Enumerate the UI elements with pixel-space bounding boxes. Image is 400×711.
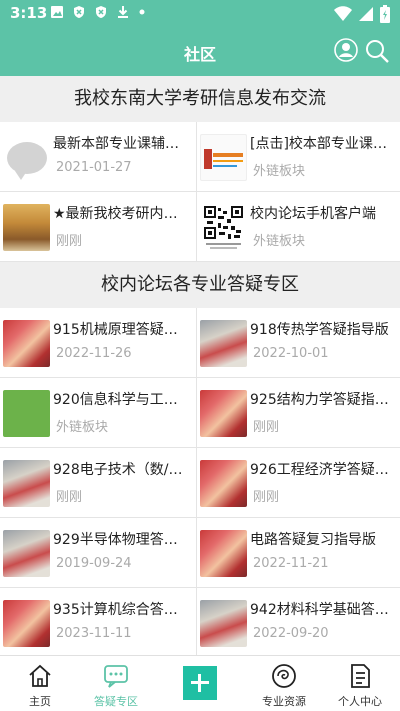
chat-bubble-thumb xyxy=(3,134,50,181)
forum-item-title: 918传热学答疑指导版 xyxy=(250,322,389,338)
chat-icon xyxy=(104,665,128,688)
crowd-photo-thumb xyxy=(200,530,247,577)
crowd-photo-thumb xyxy=(200,390,247,437)
section-header-qa: 校内论坛各专业答疑专区 xyxy=(0,262,400,308)
forum-grid-info: 最新本部专业课辅导班 2021-01-27 [点击]校本部专业课资料 外链板块 … xyxy=(0,122,400,262)
forum-item-date: 2019-09-24 xyxy=(56,556,132,571)
forum-item-title: 929半导体物理答疑指导 xyxy=(53,532,190,548)
forum-item-title: 928电子技术（数/模） xyxy=(53,462,190,478)
crowd-photo-thumb xyxy=(200,320,247,367)
image-icon xyxy=(51,6,63,18)
signal-icon xyxy=(359,7,373,21)
forum-item-date: 刚刚 xyxy=(253,420,280,435)
logo-thumb xyxy=(200,134,247,181)
status-time: 3:13 xyxy=(10,4,48,22)
forum-item[interactable]: 942材料科学基础答疑指导 2022-09-20 xyxy=(197,588,400,658)
forum-item-title: 942材料科学基础答疑指导 xyxy=(250,602,394,618)
crowd-photo-thumb xyxy=(200,600,247,647)
forum-item-date: 2022-11-26 xyxy=(56,346,132,361)
forum-item-date: 外链板块 xyxy=(253,164,306,179)
crowd-photo-thumb xyxy=(3,460,50,507)
tab-qa-label: 答疑专区 xyxy=(94,695,138,708)
forum-item-title: 最新本部专业课辅导班 xyxy=(53,136,190,152)
forum-item-title: 915机械原理答疑指导版 xyxy=(53,322,190,338)
forum-item-date: 2022-09-20 xyxy=(253,626,329,641)
tab-home-label: 主页 xyxy=(29,695,51,708)
tab-qa[interactable]: 答疑专区 xyxy=(76,656,156,711)
crowd-photo-thumb xyxy=(200,460,247,507)
forum-item[interactable]: 935计算机综合答疑指导 2023-11-11 xyxy=(0,588,196,658)
forum-item-date: 外链板块 xyxy=(253,234,306,249)
dot-icon xyxy=(139,9,145,15)
forum-item-title: 926工程经济学答疑指导 xyxy=(250,462,394,478)
forum-item[interactable]: 925结构力学答疑指导版 刚刚 xyxy=(197,378,400,448)
forum-item-title: 校内论坛手机客户端 xyxy=(250,206,376,222)
forum-item[interactable]: 920信息科学与工程答疑 外链板块 xyxy=(0,378,196,448)
forum-item-date: 刚刚 xyxy=(56,234,83,249)
forum-item[interactable]: [点击]校本部专业课资料 外链板块 xyxy=(197,122,400,192)
forum-item[interactable]: ★最新我校考研内部资料 刚刚 xyxy=(0,192,196,262)
tab-resources-label: 专业资源 xyxy=(262,695,306,708)
shield-x-icon-2 xyxy=(96,6,106,18)
crowd-photo-thumb xyxy=(3,320,50,367)
forum-item-title: [点击]校本部专业课资料 xyxy=(250,136,394,152)
forum-item[interactable]: 915机械原理答疑指导版 2022-11-26 xyxy=(0,308,196,378)
search-icon[interactable] xyxy=(364,38,390,64)
section-header-info: 我校东南大学考研信息发布交流 xyxy=(0,76,400,122)
notification-icons xyxy=(50,5,146,19)
forum-grid-qa: 915机械原理答疑指导版 2022-11-26 918传热学答疑指导版 2022… xyxy=(0,308,400,658)
shield-x-icon xyxy=(74,6,84,18)
forum-item[interactable]: 电路答疑复习指导版 2022-11-21 xyxy=(197,518,400,588)
forum-item[interactable]: 918传热学答疑指导版 2022-10-01 xyxy=(197,308,400,378)
forum-item-date: 外链板块 xyxy=(56,420,109,435)
crowd-photo-thumb xyxy=(3,600,50,647)
forum-item[interactable]: 最新本部专业课辅导班 2021-01-27 xyxy=(0,122,196,192)
forum-item-date: 2022-10-01 xyxy=(253,346,329,361)
forum-item[interactable]: 929半导体物理答疑指导 2019-09-24 xyxy=(0,518,196,588)
home-icon xyxy=(29,664,51,687)
plus-icon[interactable] xyxy=(183,666,217,700)
user-icon[interactable] xyxy=(334,38,358,62)
forum-item-title: ★最新我校考研内部资料 xyxy=(53,206,190,222)
green-banner-thumb xyxy=(3,390,50,437)
tab-home[interactable]: 主页 xyxy=(0,656,80,711)
forum-item-date: 刚刚 xyxy=(253,490,280,505)
battery-icon xyxy=(380,5,390,23)
forum-item-date: 2023-11-11 xyxy=(56,626,132,641)
forum-item-title: 电路答疑复习指导版 xyxy=(250,532,376,548)
download-icon xyxy=(118,6,128,18)
forum-item-date: 2021-01-27 xyxy=(56,160,132,175)
document-icon xyxy=(351,664,370,688)
forum-item-date: 2022-11-21 xyxy=(253,556,329,571)
system-icons xyxy=(334,5,390,23)
qr-code-thumb xyxy=(200,204,247,251)
forum-item-title: 920信息科学与工程答疑 xyxy=(53,392,190,408)
tab-profile[interactable]: 个人中心 xyxy=(320,656,400,711)
forum-item[interactable]: 926工程经济学答疑指导 刚刚 xyxy=(197,448,400,518)
forum-item[interactable]: 928电子技术（数/模） 刚刚 xyxy=(0,448,196,518)
crowd-photo-thumb xyxy=(3,530,50,577)
forum-item[interactable]: 校内论坛手机客户端 外链板块 xyxy=(197,192,400,262)
forum-item-date: 刚刚 xyxy=(56,490,83,505)
forum-item-title: 935计算机综合答疑指导 xyxy=(53,602,190,618)
tab-profile-label: 个人中心 xyxy=(338,695,382,708)
resource-icon xyxy=(272,664,296,688)
tab-resources[interactable]: 专业资源 xyxy=(244,656,324,711)
status-bar: 3:13 xyxy=(0,0,400,28)
wifi-icon xyxy=(334,6,352,21)
app-bar: 社区 xyxy=(0,28,400,76)
forum-item-title: 925结构力学答疑指导版 xyxy=(250,392,394,408)
building-thumb xyxy=(3,204,50,251)
